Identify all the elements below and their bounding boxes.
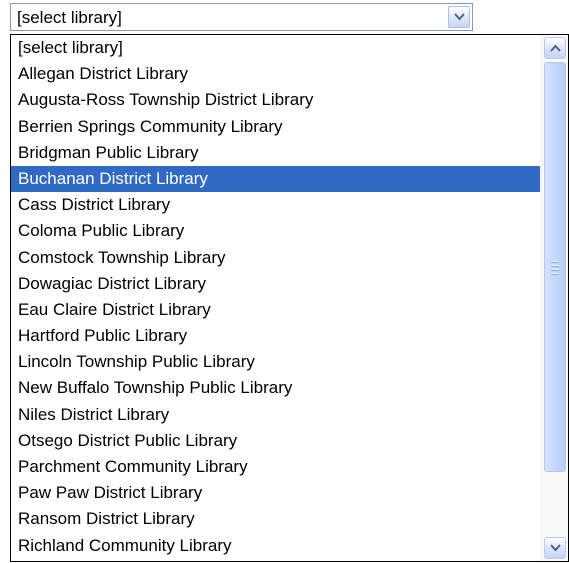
grip-icon <box>551 261 559 277</box>
list-item[interactable]: Paw Paw District Library <box>11 480 540 506</box>
scroll-up-button[interactable] <box>544 37 566 59</box>
chevron-up-icon <box>550 44 561 52</box>
list-item[interactable]: Buchanan District Library <box>11 165 540 193</box>
list-item[interactable]: Allegan District Library <box>11 61 540 87</box>
list-item[interactable]: Hartford Public Library <box>11 323 540 349</box>
list-item[interactable]: [select library] <box>11 35 540 61</box>
list-item[interactable]: Augusta-Ross Township District Library <box>11 87 540 113</box>
chevron-down-icon <box>550 544 561 552</box>
list-item[interactable]: Parchment Community Library <box>11 454 540 480</box>
list-item[interactable]: Dowagiac District Library <box>11 271 540 297</box>
list-item[interactable]: Comstock Township Library <box>11 245 540 271</box>
list-item[interactable]: Bridgman Public Library <box>11 140 540 166</box>
list-item[interactable]: Berrien Springs Community Library <box>11 114 540 140</box>
select-value: [select library] <box>17 8 122 27</box>
list-item[interactable]: Ransom District Library <box>11 506 540 532</box>
list-item[interactable]: Cass District Library <box>11 192 540 218</box>
list-item[interactable]: Coloma Public Library <box>11 218 540 244</box>
library-options: [select library] Allegan District Library… <box>11 35 540 561</box>
list-item[interactable]: Otsego District Public Library <box>11 428 540 454</box>
list-item[interactable]: Lincoln Township Public Library <box>11 349 540 375</box>
chevron-down-icon <box>454 13 465 21</box>
scroll-down-button[interactable] <box>544 537 566 559</box>
library-select[interactable]: [select library] <box>10 3 473 31</box>
list-item[interactable]: Niles District Library <box>11 402 540 428</box>
list-item[interactable]: New Buffalo Township Public Library <box>11 375 540 401</box>
dropdown-list: [select library] Allegan District Library… <box>10 34 569 562</box>
vertical-scrollbar[interactable] <box>541 35 568 561</box>
dropdown-toggle-button[interactable] <box>448 6 470 28</box>
list-item[interactable]: Richland Community Library <box>11 533 540 559</box>
list-item[interactable]: Eau Claire District Library <box>11 297 540 323</box>
scroll-thumb[interactable] <box>544 62 566 472</box>
